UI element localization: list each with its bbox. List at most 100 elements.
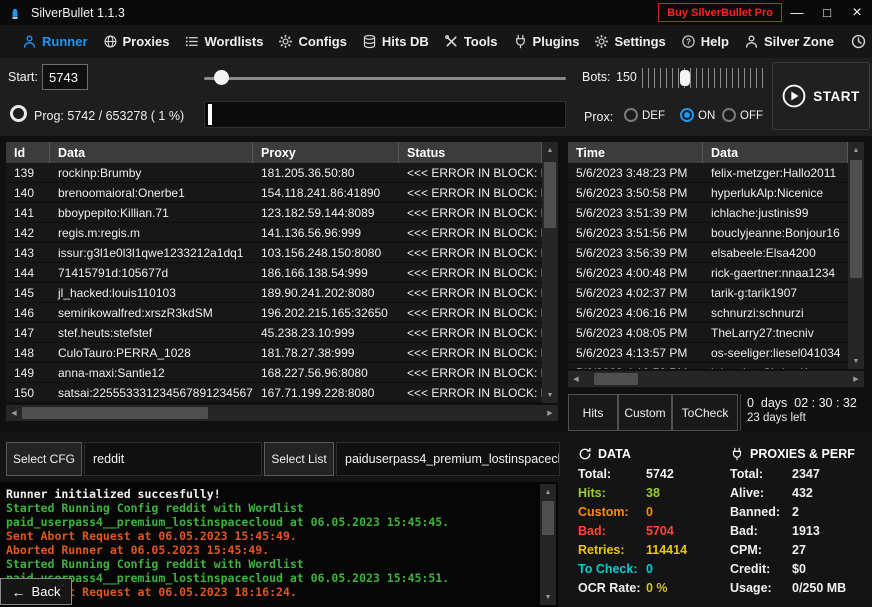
hit-row[interactable]: 5/6/2023 4:00:48 PM rick-gaertner:nnaa12… <box>568 263 864 283</box>
history-icon[interactable] <box>849 33 867 51</box>
scroll-left-arrow[interactable]: ◀ <box>7 405 21 421</box>
scroll-left-arrow[interactable]: ◀ <box>569 371 583 387</box>
cell-status: <<< ERROR IN BLOCK: R <box>399 266 542 280</box>
hits-table-body: 5/6/2023 3:48:23 PM felix-metzger:Hallo2… <box>568 163 864 369</box>
select-cfg-button[interactable]: Select CFG <box>6 442 82 476</box>
col-header-status[interactable]: Status <box>399 142 542 163</box>
results-horizontal-scrollbar[interactable]: ◀ ▶ <box>6 405 558 421</box>
hits-vertical-scrollbar[interactable]: ▲ ▼ <box>848 142 864 369</box>
prox-radio-def[interactable] <box>624 108 638 122</box>
nav-plugins[interactable]: Plugins <box>513 34 580 49</box>
cell-id: 145 <box>6 286 50 300</box>
slider-handle[interactable] <box>214 70 229 85</box>
result-row[interactable]: 149 anna-maxi:Santie12 168.227.56.96:808… <box>6 363 558 383</box>
cell-data: CuloTauro:PERRA_1028 <box>50 346 253 360</box>
scrollbar-thumb[interactable] <box>594 373 638 385</box>
start-input[interactable] <box>42 64 88 90</box>
prox-radio-def-label[interactable]: DEF <box>642 110 665 122</box>
col-header-data[interactable]: Data <box>703 142 848 163</box>
prox-radio-on[interactable] <box>680 108 694 122</box>
result-row[interactable]: 144 71415791d:105677d 186.166.138.54:999… <box>6 263 558 283</box>
stat-label: OCR Rate: <box>578 581 646 595</box>
scroll-up-arrow[interactable]: ▲ <box>848 143 864 157</box>
nav-configs[interactable]: Configs <box>278 34 346 49</box>
stat-row: Credit: $0 <box>730 559 872 578</box>
start-position-slider[interactable] <box>204 70 566 86</box>
stat-value: 0/250 MB <box>792 581 846 595</box>
cell-status: <<< ERROR IN BLOCK: R <box>399 326 542 340</box>
nav-hits-db[interactable]: Hits DB <box>362 34 429 49</box>
select-list-button[interactable]: Select List <box>264 442 334 476</box>
prox-radio-off[interactable] <box>722 108 736 122</box>
nav-proxies[interactable]: Proxies <box>103 34 170 49</box>
scrollbar-thumb[interactable] <box>542 501 554 535</box>
result-row[interactable]: 143 issur:g3l1e0l3l1qwe1233212a1dq1 103.… <box>6 243 558 263</box>
prox-radio-on-label[interactable]: ON <box>698 110 715 122</box>
stat-row: OCR Rate: 0 % <box>578 578 728 597</box>
hit-row[interactable]: 5/6/2023 4:08:05 PM TheLarry27:tnecniv <box>568 323 864 343</box>
result-row[interactable]: 147 stef.heuts:stefstef 45.238.23.10:999… <box>6 323 558 343</box>
nav-help[interactable]: ? Help <box>681 34 729 49</box>
nav-runner[interactable]: Runner <box>22 34 88 49</box>
close-button[interactable]: × <box>842 0 872 25</box>
scroll-down-arrow[interactable]: ▼ <box>848 354 864 368</box>
window-title: SilverBullet 1.1.3 <box>31 6 125 20</box>
start-button-label: START <box>813 89 860 104</box>
hit-row[interactable]: 5/6/2023 3:51:56 PM bouclyjeanne:Bonjour… <box>568 223 864 243</box>
cell-data: os-seeliger:liesel041034 <box>703 346 848 360</box>
scrollbar-thumb[interactable] <box>22 407 208 419</box>
hit-row[interactable]: 5/6/2023 3:56:39 PM elsabeele:Elsa4200 <box>568 243 864 263</box>
result-row[interactable]: 146 semirikowalfred:xrszR3kdSM 196.202.2… <box>6 303 558 323</box>
results-vertical-scrollbar[interactable]: ▲ ▼ <box>542 142 558 403</box>
tab-tocheck[interactable]: ToCheck <box>672 394 738 431</box>
result-row[interactable]: 140 brenoomaioral:Onerbe1 154.118.241.86… <box>6 183 558 203</box>
col-header-id[interactable]: Id <box>6 142 50 163</box>
hit-row[interactable]: 5/6/2023 3:48:23 PM felix-metzger:Hallo2… <box>568 163 864 183</box>
col-header-data[interactable]: Data <box>50 142 253 163</box>
tab-hits[interactable]: Hits <box>568 394 618 431</box>
license-timer: 0 days 02 : 30 : 32 23 days left <box>740 394 872 431</box>
wordlist-name-field[interactable] <box>336 442 560 476</box>
result-row[interactable]: 148 CuloTauro:PERRA_1028 181.78.27.38:99… <box>6 343 558 363</box>
maximize-button[interactable]: □ <box>812 0 842 25</box>
result-row[interactable]: 150 satsai:2255533312345678912345675 167… <box>6 383 558 403</box>
start-button[interactable]: START <box>772 62 870 130</box>
result-row[interactable]: 139 rockinp:Brumby 181.205.36.50:80 <<< … <box>6 163 558 183</box>
hit-row[interactable]: 5/6/2023 4:06:16 PM schnurzi:schnurzi <box>568 303 864 323</box>
cell-status: <<< ERROR IN BLOCK: R <box>399 206 542 220</box>
scroll-down-arrow[interactable]: ▼ <box>542 388 558 402</box>
scroll-up-arrow[interactable]: ▲ <box>540 485 556 499</box>
scrollbar-thumb[interactable] <box>544 162 556 228</box>
nav-tools[interactable]: Tools <box>444 34 498 49</box>
prox-radio-off-label[interactable]: OFF <box>740 110 763 122</box>
nav-settings[interactable]: Settings <box>594 34 665 49</box>
hits-horizontal-scrollbar[interactable]: ◀ ▶ <box>568 371 864 387</box>
minimize-button[interactable]: — <box>782 0 812 25</box>
hit-row[interactable]: 5/6/2023 4:13:57 PM os-seeliger:liesel04… <box>568 343 864 363</box>
bots-slider[interactable] <box>642 66 768 90</box>
cell-time: 5/6/2023 3:56:39 PM <box>568 246 703 260</box>
nav-wordlists[interactable]: Wordlists <box>184 34 263 49</box>
log-vertical-scrollbar[interactable]: ▲ ▼ <box>540 484 556 605</box>
hit-row[interactable]: 5/6/2023 4:19:58 PM lukas-loo:Christel1 <box>568 363 864 369</box>
config-name-field[interactable] <box>84 442 262 476</box>
nav-silver-zone[interactable]: Silver Zone <box>744 34 834 49</box>
scroll-right-arrow[interactable]: ▶ <box>849 371 863 387</box>
result-row[interactable]: 142 regis.m:regis.m 141.136.56.96:999 <<… <box>6 223 558 243</box>
result-row[interactable]: 141 bboypepito:Killian.71 123.182.59.144… <box>6 203 558 223</box>
scroll-right-arrow[interactable]: ▶ <box>543 405 557 421</box>
scroll-down-arrow[interactable]: ▼ <box>540 590 556 604</box>
hit-row[interactable]: 5/6/2023 3:51:39 PM ichlache:justinis99 <box>568 203 864 223</box>
scrollbar-thumb[interactable] <box>850 160 862 278</box>
play-icon <box>782 84 806 108</box>
col-header-proxy[interactable]: Proxy <box>253 142 399 163</box>
buy-pro-button[interactable]: Buy SilverBullet Pro <box>658 3 782 22</box>
col-header-time[interactable]: Time <box>568 142 703 163</box>
scroll-up-arrow[interactable]: ▲ <box>542 143 558 157</box>
tab-custom[interactable]: Custom <box>618 394 672 431</box>
slider-handle[interactable] <box>680 70 690 86</box>
hit-row[interactable]: 5/6/2023 3:50:58 PM hyperlukAlp:Nicenice <box>568 183 864 203</box>
back-button[interactable]: ← Back <box>0 578 72 605</box>
result-row[interactable]: 145 jl_hacked:louis110103 189.90.241.202… <box>6 283 558 303</box>
hit-row[interactable]: 5/6/2023 4:02:37 PM tarik-g:tarik1907 <box>568 283 864 303</box>
